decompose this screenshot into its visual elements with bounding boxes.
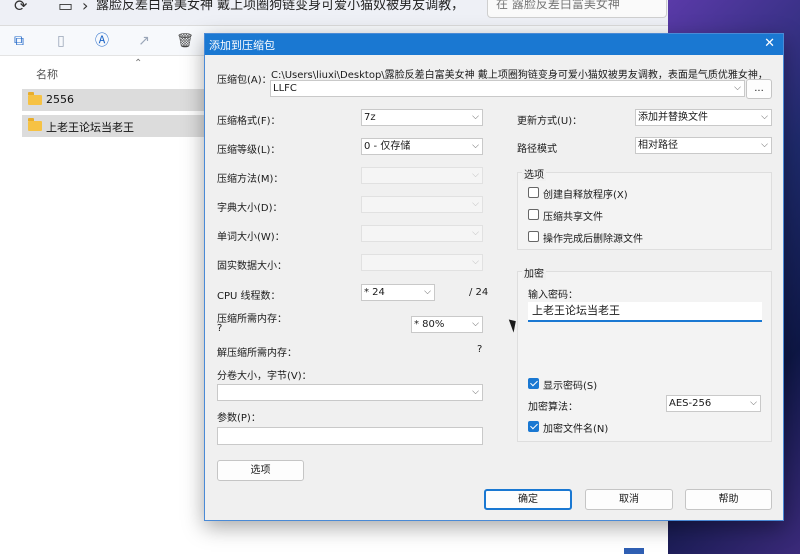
archive-path: C:\Users\liuxi\Desktop\露脸反差白富美女神 戴上项圈狗链变… [271,70,768,81]
params-label: 参数(P)： [217,413,261,424]
shared-files-checkbox[interactable] [528,209,539,220]
memory-label: 压缩所需内存： [217,314,287,325]
split-size-combobox[interactable]: ⌵ [217,384,483,401]
encryption-group-title: 加密 [522,265,546,280]
column-header-name[interactable]: 名称 [36,66,58,82]
word-size-label: 单词大小(W)： [217,232,285,243]
chevron-down-icon: ⌵ [472,257,479,267]
cpu-threads-total: / 24 [469,287,489,298]
cpu-threads-select[interactable]: * 24 ⌵ [361,284,435,301]
show-password-label[interactable]: 显示密码(S) [543,377,597,392]
close-icon[interactable]: ✕ [764,36,775,51]
dict-size-label: 字典大小(D)： [217,203,283,214]
update-mode-label: 更新方式(U)： [517,116,583,127]
path-mode-select[interactable]: 相对路径 ⌵ [635,137,772,154]
method-select[interactable]: ⌵ [361,167,483,184]
search-input[interactable]: 在 露脸反差白富美女神 [487,0,667,18]
delete-icon[interactable]: 🗑 [176,32,194,50]
path-mode-label: 路径模式 [517,144,557,155]
rename-icon[interactable]: Ⓐ [93,32,111,50]
chevron-down-icon: ⌵ [750,398,757,408]
list-item[interactable]: 上老王论坛当老王 [22,115,208,137]
cpu-threads-label: CPU 线程数： [217,291,281,302]
chevron-down-icon: ⌵ [472,170,479,180]
word-size-select[interactable]: ⌵ [361,225,483,242]
file-list: ⌃ 名称 2556 上老王论坛当老王 [22,58,208,550]
encryption-group: 加密 输入密码： 上老王论坛当老王 显示密码(S) 加密算法： AES-256 … [517,265,772,442]
archive-label: 压缩包(A)： [217,75,272,86]
folder-name: 2556 [46,93,74,106]
sfx-checkbox[interactable] [528,187,539,198]
delete-source-checkbox[interactable] [528,231,539,242]
encrypt-filenames-checkbox[interactable] [528,421,539,432]
options-button[interactable]: 选项 [217,460,304,481]
params-input[interactable] [217,427,483,445]
format-value: 7z [364,112,376,123]
delete-source-label[interactable]: 操作完成后删除源文件 [543,230,643,245]
shared-files-label[interactable]: 压缩共享文件 [543,208,603,223]
chevron-down-icon: ⌵ [472,199,479,209]
archive-name-combobox[interactable]: LLFC ⌵ [270,80,745,97]
chevron-down-icon: ⌵ [472,141,479,151]
decompress-memory-value: ? [477,344,483,355]
update-mode-select[interactable]: 添加并替换文件 ⌵ [635,109,772,126]
folder-name: 上老王论坛当老王 [46,121,134,134]
refresh-icon[interactable]: ⟳ [14,0,27,15]
ok-button[interactable]: 确定 [484,489,572,510]
path-mode-value: 相对路径 [638,140,678,151]
options-group-title: 选项 [522,166,546,181]
paste-icon[interactable]: ▯ [52,32,70,50]
sfx-label[interactable]: 创建自释放程序(X) [543,186,628,201]
chevron-down-icon: ⌵ [761,140,768,150]
password-label: 输入密码： [528,290,578,301]
memory-select[interactable]: * 80% ⌵ [411,316,483,333]
password-input[interactable]: 上老王论坛当老王 [528,302,762,322]
cancel-button[interactable]: 取消 [585,489,673,510]
chevron-down-icon: ⌵ [424,287,431,297]
options-group: 选项 创建自释放程序(X) 压缩共享文件 操作完成后删除源文件 [517,166,772,250]
encryption-method-label: 加密算法： [528,402,578,413]
show-password-checkbox[interactable] [528,378,539,389]
solid-size-label: 固实数据大小： [217,261,287,272]
computer-icon: ▭ [58,0,74,15]
solid-size-select[interactable]: ⌵ [361,254,483,271]
level-value: 0 - 仅存储 [364,141,411,152]
add-to-archive-dialog: 添加到压缩包 ✕ 压缩包(A)： C:\Users\liuxi\Desktop\… [204,33,784,521]
browse-button[interactable]: ... [746,79,772,99]
method-label: 压缩方法(M)： [217,174,284,185]
folder-icon [28,118,42,131]
update-mode-value: 添加并替换文件 [638,112,708,123]
decompress-memory-label: 解压缩所需内存： [217,348,297,359]
share-icon[interactable]: ↗ [135,32,153,50]
format-select[interactable]: 7z ⌵ [361,109,483,126]
split-size-label: 分卷大小，字节(V)： [217,371,312,382]
dict-size-select[interactable]: ⌵ [361,196,483,213]
encryption-method-value: AES-256 [669,398,712,409]
encryption-method-select[interactable]: AES-256 ⌵ [666,395,761,412]
archive-name-value: LLFC [273,83,297,94]
help-button[interactable]: 帮助 [685,489,772,510]
chevron-down-icon: ⌵ [472,228,479,238]
chevron-down-icon: ⌵ [472,319,479,329]
memory-value: * 80% [414,319,445,330]
level-label: 压缩等级(L)： [217,145,281,156]
taskbar-icon [624,548,644,554]
level-select[interactable]: 0 - 仅存储 ⌵ [361,138,483,155]
format-label: 压缩格式(F)： [217,116,281,127]
memory-unknown: ? [217,323,223,334]
chevron-down-icon: ⌵ [472,112,479,122]
address-bar[interactable]: 露脸反差白富美女神 戴上项圈狗链变身可爱小猫奴被男友调教， [96,0,456,13]
dialog-titlebar: 添加到压缩包 ✕ [205,34,783,55]
folder-icon [28,92,42,105]
chevron-down-icon: ⌵ [472,387,479,397]
dialog-title: 添加到压缩包 [209,39,275,52]
encrypt-filenames-label[interactable]: 加密文件名(N) [543,420,608,435]
sort-up-icon: ⌃ [134,58,143,69]
copy-icon[interactable]: ⧉ [10,32,28,50]
chevron-right-icon: › [82,0,89,15]
list-item[interactable]: 2556 [22,89,208,111]
cpu-threads-value: * 24 [364,287,385,298]
chevron-down-icon: ⌵ [761,112,768,122]
chevron-down-icon[interactable]: ⌵ [734,81,741,96]
